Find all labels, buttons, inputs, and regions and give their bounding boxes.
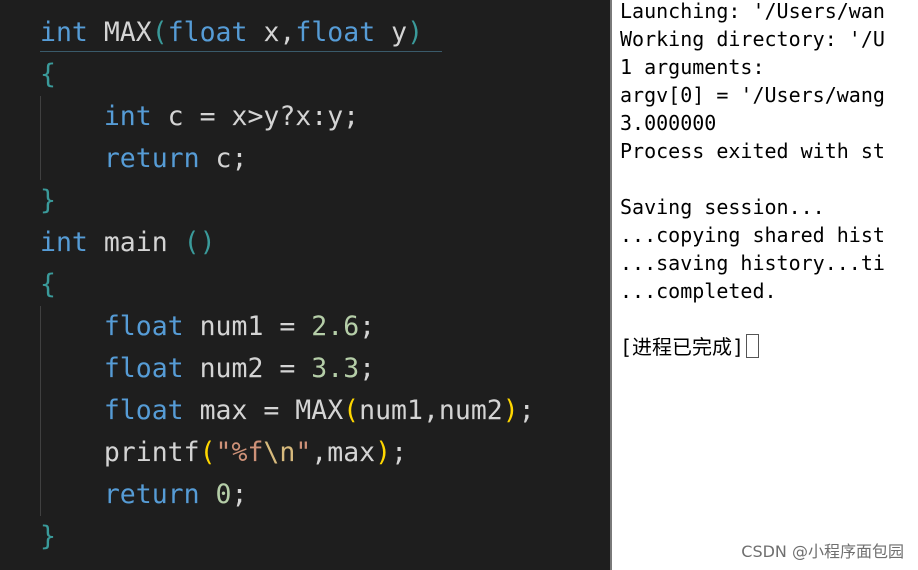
code-line-max-call[interactable]: float max = MAX(num1,num2); (40, 390, 535, 432)
string-literal-open: "%f (215, 437, 264, 468)
code-line-max-decl[interactable]: int c = x>y?x:y; (40, 96, 359, 138)
function-name-main: main (103, 227, 168, 258)
paren-open: ( (151, 17, 168, 48)
paren-open: ( (199, 437, 216, 468)
terminal-line: ...saving history...ti (620, 251, 885, 275)
terminal-line: ...completed. (620, 279, 777, 303)
terminal-line: 3.000000 (620, 111, 717, 135)
keyword-float: float (103, 353, 184, 384)
semicolon: ; (359, 353, 376, 384)
keyword-float: float (167, 17, 248, 48)
string-literal-close: " (295, 437, 312, 468)
semicolon: ; (359, 311, 376, 342)
keyword-int: int (40, 227, 88, 258)
terminal-line: ...copying shared hist (620, 223, 885, 247)
code-line-max-signature[interactable]: int MAX(float x,float y) (40, 12, 423, 54)
paren-close: ) (502, 395, 519, 426)
param-x: x (263, 17, 280, 48)
semicolon: ; (231, 479, 248, 510)
parens: () (183, 227, 216, 258)
max-decl: max = MAX (199, 395, 344, 426)
keyword-return: return (103, 479, 200, 510)
code-line-num2[interactable]: float num2 = 3.3; (40, 348, 375, 390)
semicolon: ; (518, 395, 535, 426)
code-line-printf[interactable]: printf("%f\n",max); (40, 432, 407, 474)
printf-args: ,max (311, 437, 376, 468)
comma: , (279, 17, 296, 48)
num2-decl: num2 = (199, 353, 296, 384)
terminal-line: Process exited with st (620, 139, 885, 163)
terminal-line: argv[0] = '/Users/wang (620, 83, 885, 107)
code-line-main-open-brace[interactable]: { (40, 264, 56, 306)
code-line-main-signature[interactable]: int main () (40, 222, 216, 264)
keyword-float: float (103, 395, 184, 426)
param-y: y (391, 17, 408, 48)
terminal-output[interactable]: Launching: '/Users/wan Working directory… (612, 0, 918, 570)
keyword-float: float (295, 17, 376, 48)
return-expression: c; (215, 143, 248, 174)
paren-close: ) (407, 17, 424, 48)
screen: int MAX(float x,float y) { int c = x>y?x… (0, 0, 918, 570)
terminal-cursor (746, 334, 760, 358)
number-literal: 3.3 (311, 353, 360, 384)
terminal-line: Saving session... (620, 195, 825, 219)
keyword-int: int (103, 101, 152, 132)
code-line-max-open-brace[interactable]: { (40, 54, 56, 96)
code-line-num1[interactable]: float num1 = 2.6; (40, 306, 375, 348)
paren-close: ) (375, 437, 392, 468)
terminal-line: Working directory: '/U (620, 27, 885, 51)
terminal-line: Launching: '/Users/wan (620, 0, 885, 23)
number-literal: 2.6 (311, 311, 360, 342)
keyword-float: float (103, 311, 184, 342)
process-complete-text: [进程已完成] (620, 335, 745, 359)
watermark: CSDN @小程序面包园 (741, 542, 904, 561)
code-line-main-close-brace[interactable]: } (40, 516, 56, 558)
code-editor[interactable]: int MAX(float x,float y) { int c = x>y?x… (0, 0, 610, 570)
code-line-max-close-brace[interactable]: } (40, 180, 56, 222)
num1-decl: num1 = (199, 311, 296, 342)
call-arguments: num1,num2 (359, 395, 503, 426)
string-escape: \n (263, 437, 296, 468)
terminal-line: 1 arguments: (620, 55, 765, 79)
code-line-max-return[interactable]: return c; (40, 138, 248, 180)
decl-expression: c = x>y?x:y; (167, 101, 360, 132)
code-line-main-return[interactable]: return 0; (40, 474, 248, 516)
keyword-int: int (40, 17, 88, 48)
number-literal: 0 (215, 479, 232, 510)
printf-name: printf (103, 437, 200, 468)
function-name-max: MAX (103, 17, 152, 48)
terminal-status-line: [进程已完成] (620, 333, 760, 361)
paren-open: ( (343, 395, 360, 426)
semicolon: ; (391, 437, 408, 468)
keyword-return: return (103, 143, 200, 174)
